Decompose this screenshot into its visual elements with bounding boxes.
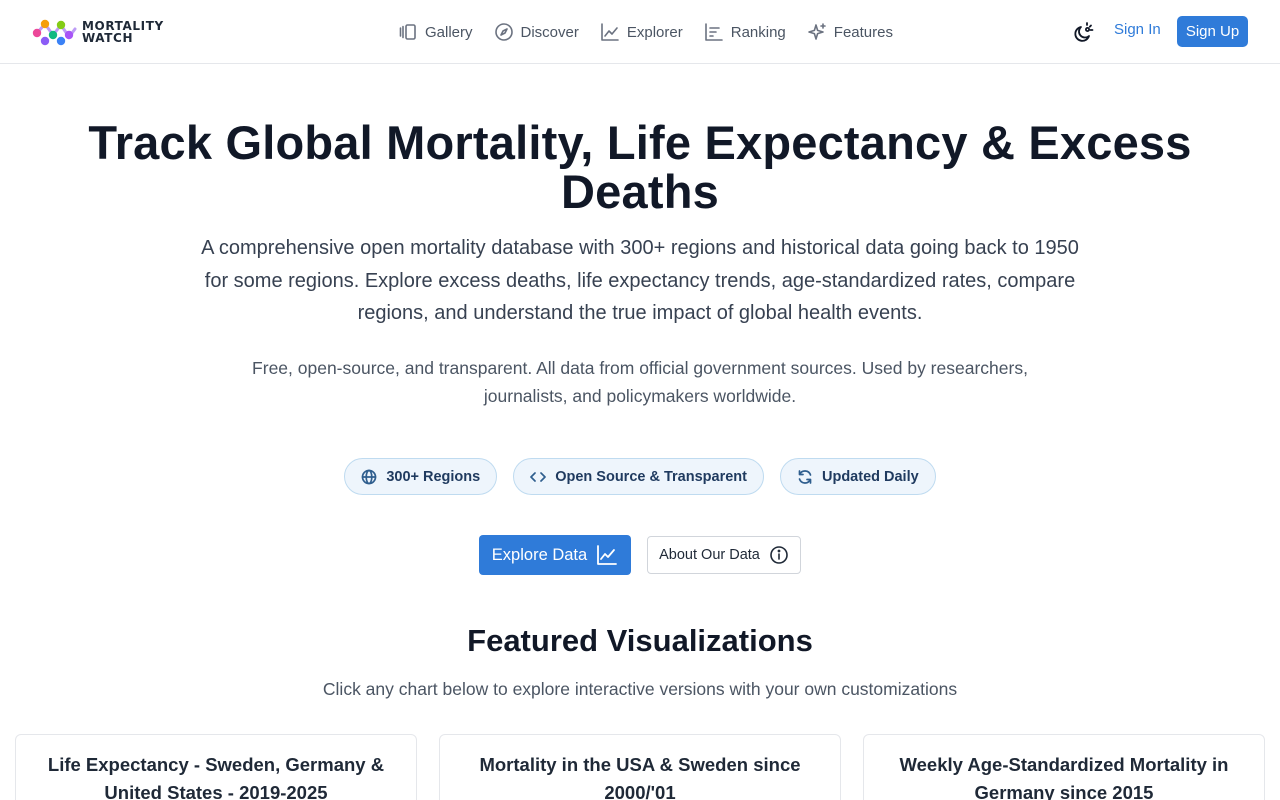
about-data-button[interactable]: About Our Data: [647, 536, 801, 574]
line-chart-icon: [601, 23, 619, 41]
featured-subtitle: Click any chart below to explore interac…: [322, 679, 958, 699]
featured-card[interactable]: Mortality in the USA & Sweden since 2000…: [439, 734, 841, 800]
nav-discover-label: Discover: [520, 23, 579, 41]
badge-regions-label: 300+ Regions: [386, 468, 481, 485]
nav-gallery-label: Gallery: [425, 23, 473, 41]
logo[interactable]: MORTALITY WATCH: [31, 16, 171, 48]
sign-up-button[interactable]: Sign Up: [1177, 16, 1248, 47]
logo-mark-icon: [32, 19, 77, 46]
nav-explorer-label: Explorer: [626, 23, 683, 41]
nav-features-label: Features: [833, 23, 893, 41]
explore-data-button[interactable]: Explore Data: [479, 535, 631, 575]
featured-card-title: Weekly Age-Standardized Mortality in Ger…: [899, 754, 1229, 800]
globe-icon: [361, 469, 377, 484]
featured-card-title: Mortality in the USA & Sweden since 2000…: [479, 754, 801, 800]
badge-regions: 300+ Regions: [344, 458, 498, 495]
hero-subtitle: A comprehensive open mortality database …: [201, 237, 1079, 324]
ranking-icon: [704, 23, 723, 41]
about-data-label: About Our Data: [659, 547, 760, 563]
theme-toggle-button[interactable]: [1072, 21, 1094, 43]
sparkles-icon: [807, 23, 826, 40]
top-header: MORTALITY WATCH Gallery Discover Explore…: [0, 0, 1280, 64]
badge-open-source: Open Source & Transparent: [513, 458, 764, 495]
badge-updated-label: Updated Daily: [821, 468, 919, 485]
badge-open-source-label: Open Source & Transparent: [555, 468, 747, 485]
feature-badges: 300+ Regions Open Source & Transparent U…: [0, 458, 1280, 495]
info-icon: [770, 546, 788, 564]
nav-features[interactable]: Features: [807, 22, 893, 42]
logo-line2: WATCH: [82, 31, 134, 45]
main-nav: Gallery Discover Explorer Ranking Featur…: [398, 18, 893, 46]
sign-in-link[interactable]: Sign In: [1114, 21, 1161, 38]
refresh-icon: [798, 469, 812, 484]
featured-title: Featured Visualizations: [467, 623, 813, 658]
badge-updated: Updated Daily: [779, 458, 936, 495]
nav-ranking[interactable]: Ranking: [704, 22, 786, 42]
featured-card[interactable]: Life Expectancy - Sweden, Germany & Unit…: [15, 734, 417, 800]
featured-card-title: Life Expectancy - Sweden, Germany & Unit…: [47, 754, 385, 800]
gallery-icon: [399, 24, 416, 40]
nav-gallery[interactable]: Gallery: [398, 22, 473, 42]
page-title: Track Global Mortality, Life Expectancy …: [88, 116, 1192, 218]
line-chart-icon: [597, 545, 618, 565]
hero-note: Free, open-source, and transparent. All …: [252, 358, 1028, 406]
code-icon: [530, 471, 547, 482]
nav-explorer[interactable]: Explorer: [600, 22, 683, 42]
explore-data-label: Explore Data: [491, 545, 588, 564]
nav-ranking-label: Ranking: [730, 23, 786, 41]
hero-actions: Explore Data About Our Data: [0, 535, 1280, 575]
theme-toggle-icon: [1074, 22, 1094, 42]
compass-icon: [494, 23, 513, 41]
nav-discover[interactable]: Discover: [494, 22, 579, 42]
featured-card[interactable]: Weekly Age-Standardized Mortality in Ger…: [863, 734, 1265, 800]
